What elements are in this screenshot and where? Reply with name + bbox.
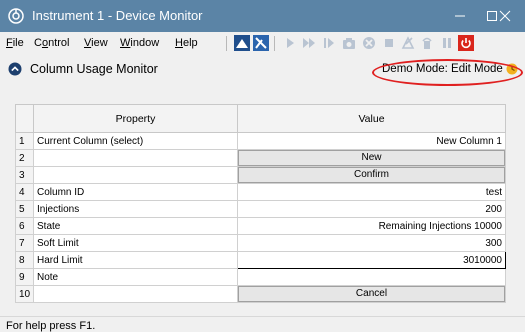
table-row: 6 State Remaining Injections 10000 [15,217,506,235]
edit-lock-icon[interactable] [506,63,518,75]
state-value: Remaining Injections 10000 [237,217,506,235]
property-cell [33,166,238,184]
table-row: 10 Cancel [15,285,506,303]
run-method-icon[interactable] [253,35,269,51]
soft-limit-field[interactable]: 300 [237,234,506,252]
pump-icon[interactable] [400,35,416,51]
hard-limit-field[interactable]: 3010000 [237,251,506,269]
property-cell: Column ID [33,183,238,201]
collapse-chevron-icon[interactable] [8,62,22,76]
table-row: 7 Soft Limit 300 [15,234,506,252]
property-grid: Property Value 1 Current Column (select)… [15,104,506,303]
row-number: 8 [15,251,34,269]
stop-icon[interactable] [381,35,397,51]
menu-control[interactable]: Control [34,32,69,55]
play-icon[interactable] [282,35,298,51]
close-button[interactable] [485,0,525,32]
value-column-header: Value [237,104,506,133]
grid-header-row: Property Value [15,104,506,133]
property-cell: Soft Limit [33,234,238,252]
menu-help[interactable]: Help [175,32,198,55]
note-field[interactable] [237,268,506,286]
value-cell: New [237,149,506,167]
property-cell [33,285,238,303]
pause-icon[interactable] [439,35,455,51]
instrument-logo-icon [8,8,24,24]
injections-value: 200 [237,200,506,218]
table-row: 9 Note [15,268,506,286]
close-icon [499,10,511,22]
property-cell: Injections [33,200,238,218]
row-number: 4 [15,183,34,201]
toolbar-separator [274,36,275,51]
stop-sequence-icon[interactable] [361,35,377,51]
menu-file[interactable]: File [6,32,24,55]
property-column-header: Property [33,104,238,133]
property-cell [33,149,238,167]
table-row: 3 Confirm [15,166,506,184]
current-column-select[interactable]: New Column 1 [237,132,506,150]
table-row: 1 Current Column (select) New Column 1 [15,132,506,150]
property-cell: Hard Limit [33,251,238,269]
cancel-button[interactable]: Cancel [238,286,505,302]
toolbar-separator [226,36,227,51]
power-icon[interactable] [458,35,474,51]
menu-bar: File Control View Window Help [0,32,525,55]
device-monitor-window: Instrument 1 - Device Monitor File Contr… [0,0,525,332]
vial-icon[interactable] [419,35,435,51]
property-cell: Note [33,268,238,286]
property-cell: Current Column (select) [33,132,238,150]
row-number: 2 [15,149,34,167]
menu-window[interactable]: Window [120,32,159,55]
row-number: 3 [15,166,34,184]
table-row: 4 Column ID test [15,183,506,201]
row-number: 10 [15,285,34,303]
value-cell: Cancel [237,285,506,303]
table-row: 8 Hard Limit 3010000 [15,251,506,269]
table-row: 2 New [15,149,506,167]
panel-title: Column Usage Monitor [30,62,158,76]
status-bar: For help press F1. [0,316,525,332]
column-id-field[interactable]: test [237,183,506,201]
new-button[interactable]: New [238,150,505,166]
minimize-icon [455,15,465,17]
status-text: For help press F1. [6,320,96,332]
confirm-button[interactable]: Confirm [238,167,505,183]
row-number: 9 [15,268,34,286]
row-number: 7 [15,234,34,252]
value-cell: Confirm [237,166,506,184]
fast-forward-icon[interactable] [301,35,317,51]
row-number: 6 [15,217,34,235]
row-number: 1 [15,132,34,150]
mode-indicator: Demo Mode: Edit Mode [382,63,503,75]
step-icon[interactable] [321,35,337,51]
table-row: 5 Injections 200 [15,200,506,218]
sample-icon[interactable] [234,35,250,51]
snapshot-icon[interactable] [341,35,357,51]
property-cell: State [33,217,238,235]
menu-view[interactable]: View [84,32,108,55]
row-number: 5 [15,200,34,218]
panel-header: Column Usage Monitor Demo Mode: Edit Mod… [0,56,525,82]
title-bar: Instrument 1 - Device Monitor [0,0,525,32]
row-number-header [15,104,34,133]
window-title: Instrument 1 - Device Monitor [32,8,203,23]
